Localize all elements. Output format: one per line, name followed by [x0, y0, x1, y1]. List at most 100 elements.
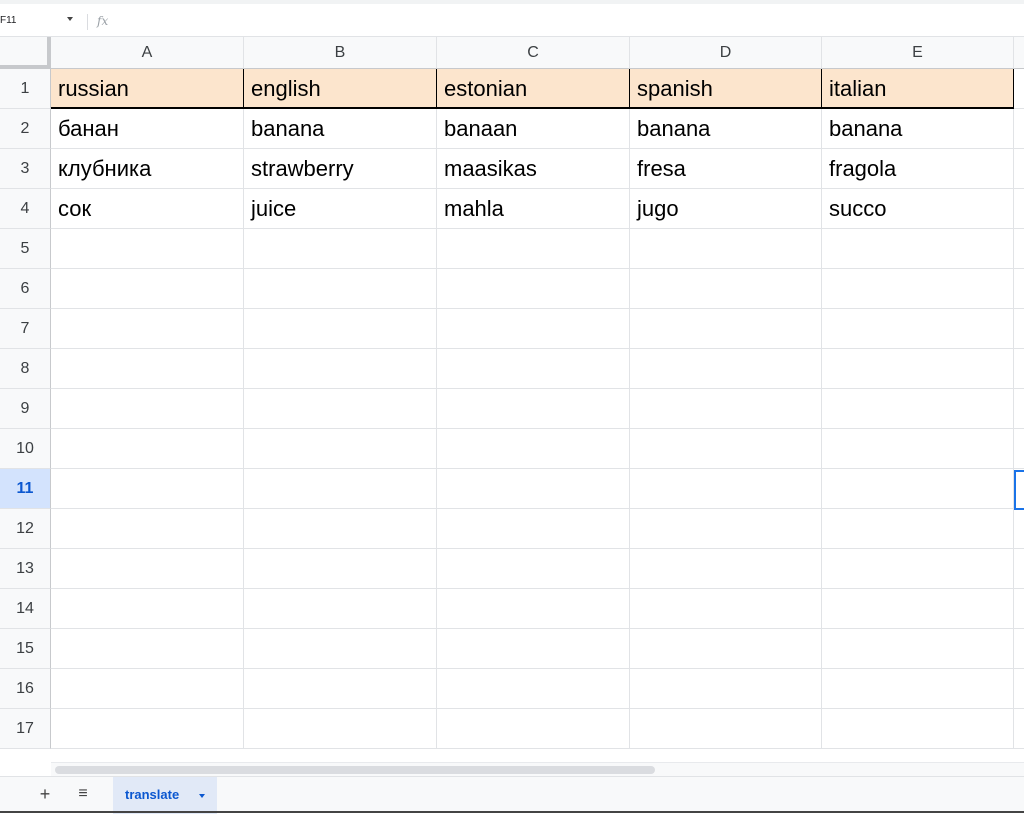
cell[interactable] — [630, 389, 822, 429]
cell[interactable] — [822, 509, 1014, 549]
cell[interactable] — [51, 589, 244, 629]
cell[interactable] — [822, 349, 1014, 389]
cell[interactable] — [822, 629, 1014, 669]
row-header-4[interactable]: 4 — [0, 189, 51, 229]
column-header-e[interactable]: E — [822, 37, 1014, 69]
cell[interactable] — [630, 269, 822, 309]
cell[interactable]: spanish — [630, 69, 822, 109]
chevron-down-icon[interactable] — [67, 17, 73, 21]
cell[interactable] — [437, 469, 630, 509]
cell[interactable]: english — [244, 69, 437, 109]
cell[interactable] — [244, 309, 437, 349]
cell[interactable] — [630, 229, 822, 269]
cell[interactable]: banana — [630, 109, 822, 149]
row-header-17[interactable]: 17 — [0, 709, 51, 749]
cell[interactable] — [1014, 269, 1024, 309]
column-header-f[interactable] — [1014, 37, 1024, 69]
cell[interactable] — [244, 589, 437, 629]
cell[interactable] — [437, 509, 630, 549]
row-header-10[interactable]: 10 — [0, 429, 51, 469]
sheet-tab-translate[interactable]: translate — [113, 777, 217, 814]
cell[interactable] — [630, 589, 822, 629]
cell[interactable] — [437, 309, 630, 349]
cell[interactable] — [437, 429, 630, 469]
active-cell-selection[interactable] — [1014, 470, 1024, 510]
cell[interactable]: banana — [244, 109, 437, 149]
cell[interactable]: fresa — [630, 149, 822, 189]
cell[interactable] — [630, 549, 822, 589]
row-header-12[interactable]: 12 — [0, 509, 51, 549]
cell[interactable] — [437, 229, 630, 269]
cell[interactable] — [437, 389, 630, 429]
cell[interactable] — [244, 429, 437, 469]
name-box[interactable]: F11 — [0, 15, 17, 26]
cell[interactable] — [1014, 309, 1024, 349]
cell[interactable] — [1014, 629, 1024, 669]
cell[interactable] — [244, 269, 437, 309]
column-header-c[interactable]: C — [437, 37, 630, 69]
cell[interactable] — [1014, 189, 1024, 229]
cell[interactable]: italian — [822, 69, 1014, 109]
cell[interactable] — [51, 549, 244, 589]
row-header-8[interactable]: 8 — [0, 349, 51, 389]
row-header-11[interactable]: 11 — [0, 469, 51, 509]
cell[interactable] — [437, 269, 630, 309]
cell[interactable] — [630, 469, 822, 509]
cell[interactable] — [51, 429, 244, 469]
cell[interactable]: банан — [51, 109, 244, 149]
cell[interactable] — [630, 429, 822, 469]
cell[interactable] — [630, 629, 822, 669]
row-header-9[interactable]: 9 — [0, 389, 51, 429]
cell[interactable] — [822, 269, 1014, 309]
cell[interactable] — [437, 589, 630, 629]
cell[interactable] — [630, 669, 822, 709]
cell[interactable] — [51, 709, 244, 749]
cell[interactable] — [1014, 109, 1024, 149]
column-header-a[interactable]: A — [51, 37, 244, 69]
chevron-down-icon[interactable] — [199, 794, 205, 798]
row-header-14[interactable]: 14 — [0, 589, 51, 629]
cell[interactable] — [630, 309, 822, 349]
cell[interactable]: mahla — [437, 189, 630, 229]
row-header-1[interactable]: 1 — [0, 69, 51, 109]
cell[interactable] — [244, 709, 437, 749]
cell[interactable]: jugo — [630, 189, 822, 229]
cell[interactable] — [630, 349, 822, 389]
cell[interactable] — [822, 589, 1014, 629]
cell[interactable] — [437, 349, 630, 389]
cell[interactable]: banana — [822, 109, 1014, 149]
select-all-corner[interactable] — [0, 37, 51, 69]
cell[interactable]: strawberry — [244, 149, 437, 189]
cell[interactable] — [51, 629, 244, 669]
cell[interactable] — [51, 509, 244, 549]
cell[interactable] — [1014, 69, 1024, 109]
cell[interactable] — [822, 549, 1014, 589]
cell[interactable] — [1014, 149, 1024, 189]
row-header-3[interactable]: 3 — [0, 149, 51, 189]
cell[interactable] — [1014, 669, 1024, 709]
cell[interactable] — [1014, 589, 1024, 629]
cell[interactable] — [1014, 389, 1024, 429]
cell[interactable] — [244, 549, 437, 589]
cell[interactable] — [1014, 709, 1024, 749]
cell[interactable] — [1014, 509, 1024, 549]
row-header-7[interactable]: 7 — [0, 309, 51, 349]
cell[interactable] — [1014, 349, 1024, 389]
cell[interactable]: сок — [51, 189, 244, 229]
row-header-16[interactable]: 16 — [0, 669, 51, 709]
row-header-5[interactable]: 5 — [0, 229, 51, 269]
cell[interactable] — [437, 549, 630, 589]
cell[interactable]: maasikas — [437, 149, 630, 189]
cell[interactable] — [822, 709, 1014, 749]
row-header-13[interactable]: 13 — [0, 549, 51, 589]
all-sheets-button[interactable]: ≡ — [72, 783, 94, 805]
scrollbar-thumb[interactable] — [55, 766, 655, 774]
cell[interactable]: estonian — [437, 69, 630, 109]
cell[interactable] — [1014, 229, 1024, 269]
cell[interactable] — [822, 429, 1014, 469]
cell[interactable] — [51, 349, 244, 389]
cell[interactable] — [244, 389, 437, 429]
cell[interactable] — [244, 629, 437, 669]
cell[interactable] — [244, 509, 437, 549]
cell[interactable] — [244, 229, 437, 269]
